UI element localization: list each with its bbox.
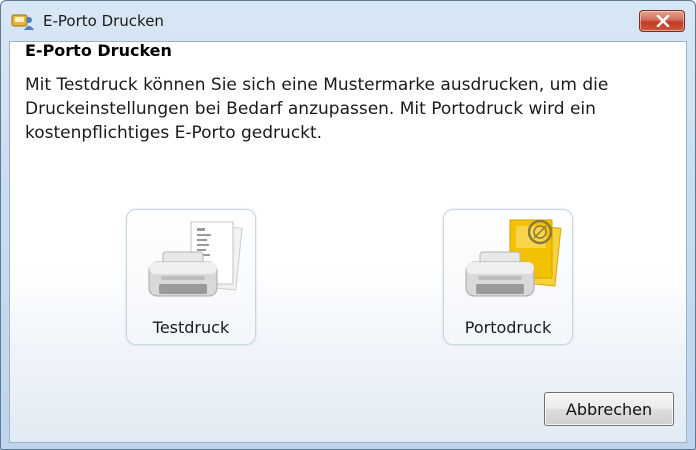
printer-person-icon <box>11 13 35 31</box>
close-button[interactable] <box>639 10 685 32</box>
dialog-window: E-Porto Drucken E-Porto Drucken Mit Test… <box>0 0 696 450</box>
postage-print-option[interactable]: Portodruck <box>443 209 573 345</box>
dialog-heading: E-Porto Drucken <box>25 41 172 60</box>
test-print-icon <box>148 221 243 297</box>
test-print-option[interactable]: Testdruck <box>126 209 256 345</box>
title-bar[interactable]: E-Porto Drucken <box>1 1 695 41</box>
close-icon <box>656 15 670 27</box>
postage-print-icon <box>465 219 562 297</box>
postage-print-label: Portodruck <box>464 318 552 337</box>
dialog-description: Mit Testdruck können Sie sich eine Muste… <box>25 75 609 143</box>
window-title: E-Porto Drucken <box>43 12 164 30</box>
test-print-label: Testdruck <box>152 318 230 337</box>
cancel-button[interactable]: Abbrechen <box>544 392 674 426</box>
